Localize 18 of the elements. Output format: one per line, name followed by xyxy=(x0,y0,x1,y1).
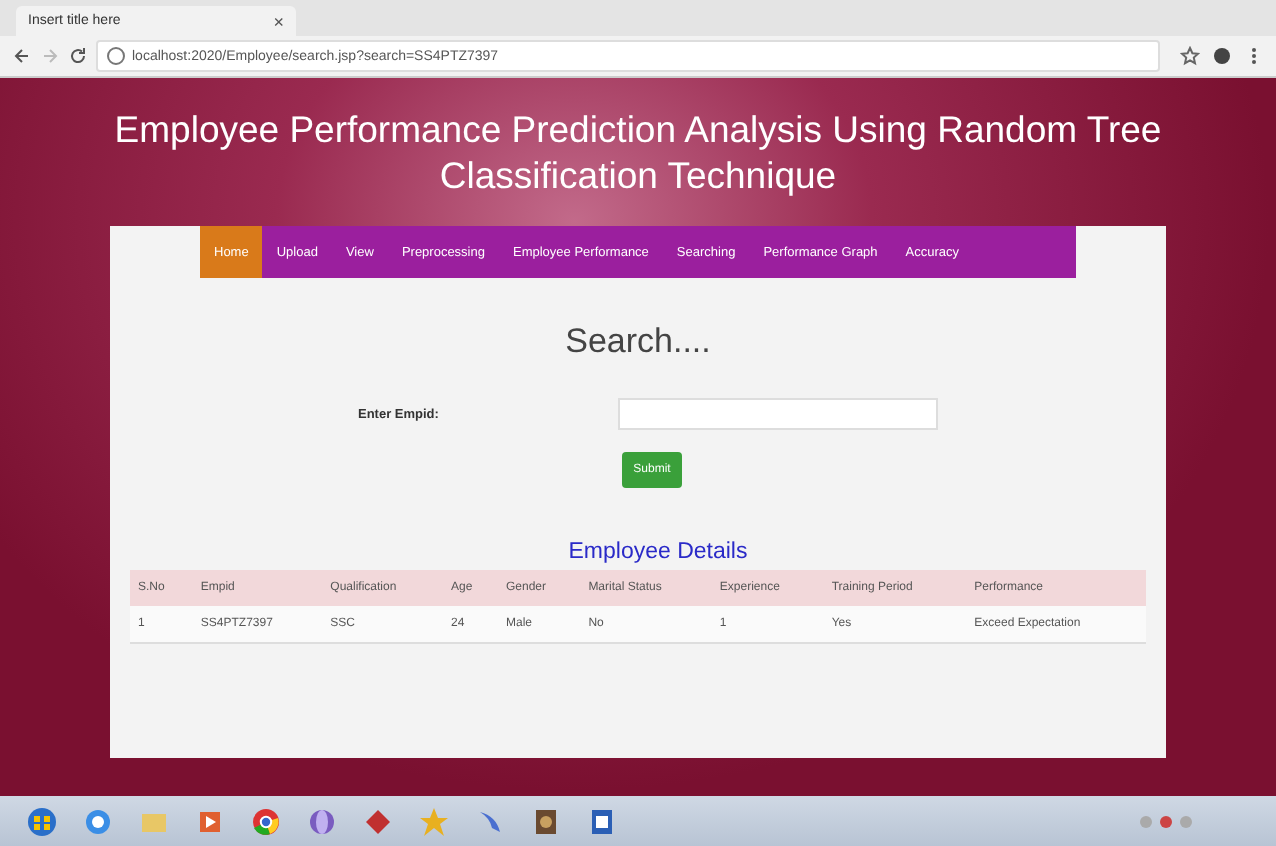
app-icon[interactable] xyxy=(82,805,114,837)
tray-icons[interactable] xyxy=(1136,811,1196,831)
app-icon[interactable] xyxy=(250,805,282,837)
info-icon xyxy=(106,46,126,66)
page-title: Employee Performance Prediction Analysis Using Random Tree Classification Technique xyxy=(112,106,1164,198)
star-icon[interactable] xyxy=(1180,46,1200,66)
app-icon[interactable] xyxy=(26,805,58,837)
reload-icon[interactable] xyxy=(68,46,88,66)
app-icon[interactable] xyxy=(306,805,338,837)
back-icon[interactable] xyxy=(12,46,32,66)
app-icon[interactable] xyxy=(530,805,562,837)
empid-field[interactable] xyxy=(618,398,938,430)
close-icon[interactable]: × xyxy=(273,11,284,31)
app-icon[interactable] xyxy=(362,805,394,837)
search-heading: Search.... xyxy=(565,322,711,362)
table-title: Employee Details xyxy=(568,540,748,564)
app-icon[interactable] xyxy=(586,805,618,837)
profile-icon[interactable] xyxy=(1212,46,1232,66)
